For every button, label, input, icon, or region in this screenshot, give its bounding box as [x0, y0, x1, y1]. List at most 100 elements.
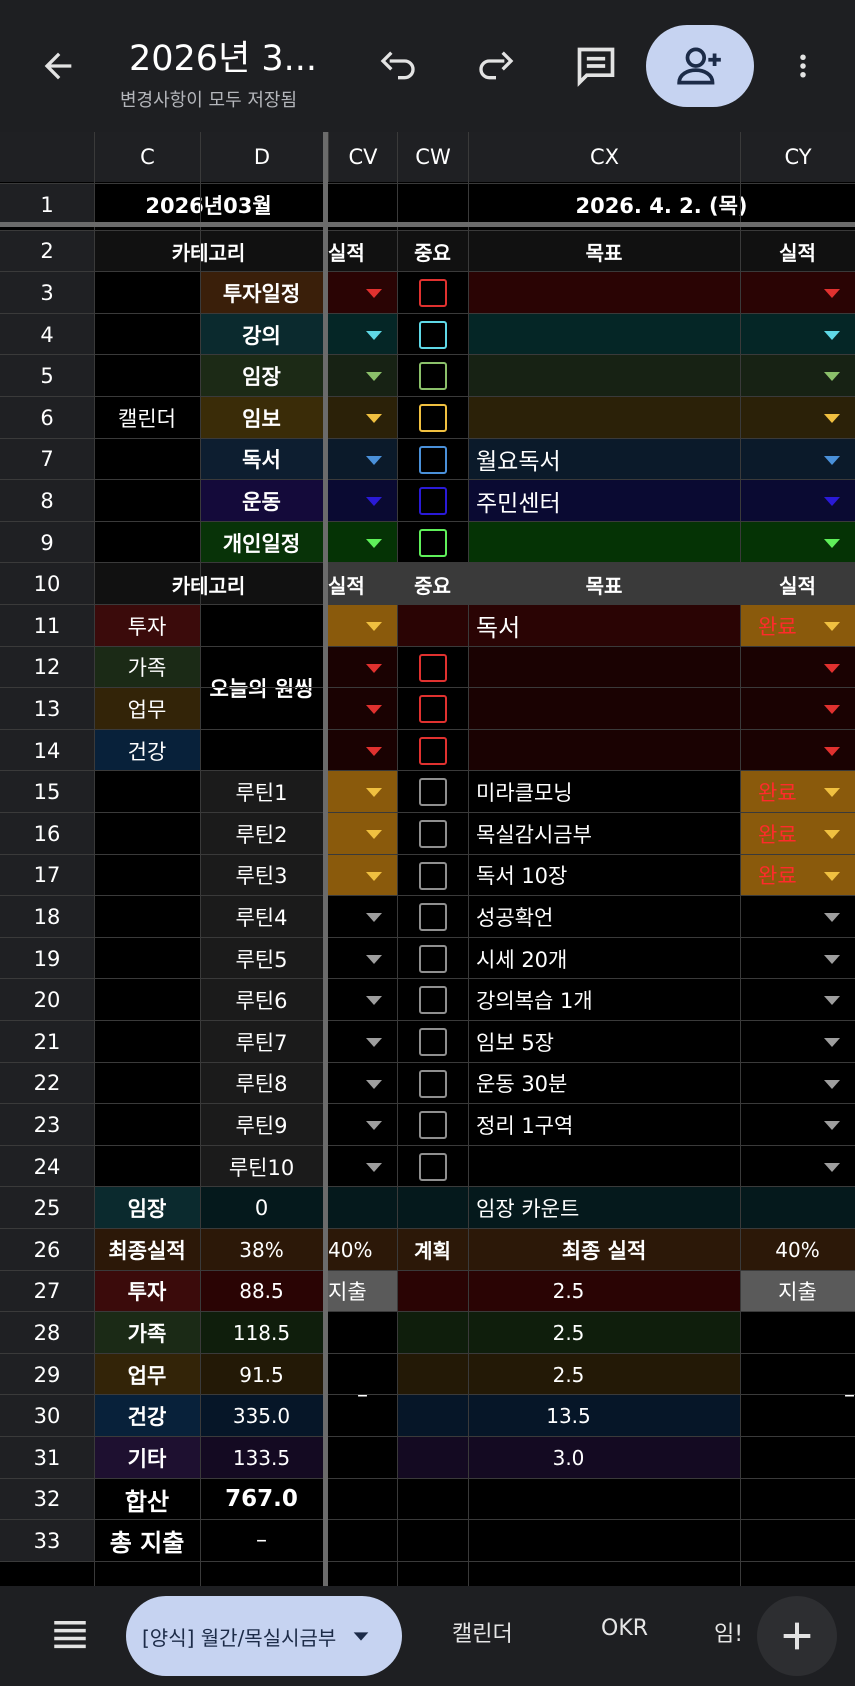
result-cell[interactable]: [328, 937, 397, 980]
more-button[interactable]: [778, 36, 828, 96]
column-header-cy[interactable]: CY: [740, 132, 855, 182]
final-result-value[interactable]: 40%: [740, 1229, 855, 1271]
routine-label[interactable]: 루틴8: [200, 1062, 323, 1105]
empty-cell[interactable]: [94, 1104, 200, 1146]
routine-goal-cell[interactable]: [468, 1145, 740, 1188]
dropdown-arrow-icon[interactable]: [824, 788, 840, 798]
expense-label[interactable]: 지출: [328, 1270, 397, 1313]
calendar-item[interactable]: 독서: [200, 438, 323, 481]
empty-cell[interactable]: [94, 979, 200, 1021]
summary-plan-value[interactable]: 13.5: [397, 1395, 740, 1437]
dropdown-arrow-icon[interactable]: [824, 538, 840, 548]
row-header[interactable]: 19: [0, 937, 94, 980]
calendar-goal-cell[interactable]: [468, 355, 740, 397]
frozen-column-divider[interactable]: [323, 132, 328, 1586]
sheet-tab-okr[interactable]: OKR: [601, 1616, 648, 1641]
important-checkbox[interactable]: [419, 820, 447, 848]
summary-plan-value[interactable]: 2.5: [397, 1312, 740, 1354]
important-cell[interactable]: [397, 605, 468, 647]
important-checkbox[interactable]: [419, 279, 447, 308]
important-checkbox[interactable]: [419, 778, 447, 807]
row-header[interactable]: 10: [0, 563, 94, 605]
final-result-label[interactable]: 최종실적: [94, 1229, 200, 1271]
goal-header[interactable]: 목표: [468, 230, 740, 273]
sheet-tab-imjang[interactable]: 임!: [714, 1616, 743, 1648]
calendar-item[interactable]: 개인일정: [200, 521, 323, 564]
goal-header[interactable]: 목표: [468, 563, 740, 605]
dropdown-arrow-icon[interactable]: [366, 497, 382, 507]
frozen-row-divider[interactable]: [0, 222, 855, 227]
calendar-item[interactable]: 운동: [200, 480, 323, 522]
row-header[interactable]: 11: [0, 605, 94, 647]
dropdown-arrow-icon[interactable]: [824, 1079, 840, 1089]
undo-button[interactable]: [368, 36, 428, 96]
routine-goal-cell[interactable]: 독서 10장: [468, 854, 740, 897]
dropdown-arrow-icon[interactable]: [366, 1079, 382, 1089]
today-category[interactable]: 투자: [94, 605, 200, 647]
dropdown-arrow-icon[interactable]: [366, 954, 382, 964]
dropdown-arrow-icon[interactable]: [366, 830, 382, 839]
empty-cell[interactable]: [94, 1062, 200, 1105]
dropdown-arrow-icon[interactable]: [824, 414, 840, 423]
result-header[interactable]: 실적: [328, 230, 397, 273]
document-title[interactable]: 2026년 3...: [129, 30, 317, 81]
dropdown-arrow-icon[interactable]: [824, 1162, 840, 1172]
imjang-value[interactable]: 0: [200, 1187, 323, 1229]
result-cell[interactable]: [328, 1062, 397, 1105]
routine-goal-cell[interactable]: 목실감시금부: [468, 813, 740, 855]
summary-label[interactable]: 가족: [94, 1312, 200, 1354]
empty-cell[interactable]: [397, 1187, 468, 1229]
routine-label[interactable]: 루틴4: [200, 896, 323, 938]
important-checkbox[interactable]: [419, 528, 447, 557]
summary-value[interactable]: 335.0: [200, 1395, 323, 1437]
today-one-thing-label[interactable]: 오늘의 원씽: [200, 605, 323, 772]
dropdown-arrow-icon[interactable]: [366, 913, 382, 923]
row-header[interactable]: 26: [0, 1229, 94, 1271]
calendar-result-cell[interactable]: [328, 397, 397, 439]
calendar-item[interactable]: 임보: [200, 397, 323, 439]
important-checkbox[interactable]: [419, 1111, 447, 1140]
row-header[interactable]: 6: [0, 397, 94, 439]
today-category[interactable]: 가족: [94, 646, 200, 689]
summary-value[interactable]: 91.5: [200, 1353, 323, 1396]
dropdown-arrow-icon[interactable]: [824, 455, 840, 465]
dropdown-arrow-icon[interactable]: [366, 372, 382, 382]
important-checkbox[interactable]: [419, 404, 447, 432]
column-header-cx[interactable]: CX: [468, 132, 740, 182]
dropdown-arrow-icon[interactable]: [824, 746, 840, 756]
dropdown-arrow-icon[interactable]: [824, 289, 840, 299]
result-cell[interactable]: [328, 646, 397, 689]
important-checkbox[interactable]: [419, 653, 447, 682]
row-header[interactable]: 25: [0, 1187, 94, 1229]
row-header[interactable]: 16: [0, 813, 94, 855]
final-result-label[interactable]: 최종 실적: [468, 1229, 740, 1271]
category-header[interactable]: 카테고리: [94, 563, 323, 605]
share-button[interactable]: [646, 25, 754, 107]
routine-label[interactable]: 루틴1: [200, 771, 323, 813]
select-all-corner[interactable]: [0, 132, 94, 182]
dropdown-arrow-icon[interactable]: [824, 954, 840, 964]
back-button[interactable]: [28, 36, 88, 96]
sheets-menu-button[interactable]: [40, 1600, 100, 1670]
summary-value[interactable]: 118.5: [200, 1312, 323, 1354]
date-cell[interactable]: 2026. 4. 2. (목): [468, 184, 855, 226]
row-header[interactable]: 17: [0, 854, 94, 897]
dropdown-arrow-icon[interactable]: [824, 996, 840, 1006]
calendar-label[interactable]: 캘린더: [94, 272, 200, 564]
result-cell[interactable]: [328, 688, 397, 730]
row-header[interactable]: 14: [0, 729, 94, 772]
important-checkbox[interactable]: [419, 445, 447, 474]
comment-button[interactable]: [566, 36, 626, 96]
important-checkbox[interactable]: [419, 944, 447, 973]
routine-goal-cell[interactable]: 성공확언: [468, 896, 740, 938]
final-result-value[interactable]: 40%: [328, 1229, 397, 1271]
goal-cell[interactable]: 독서: [468, 605, 740, 647]
empty-cell[interactable]: [94, 771, 200, 813]
result-cell[interactable]: [328, 1104, 397, 1146]
important-checkbox[interactable]: [419, 487, 447, 516]
summary-value[interactable]: 88.5: [200, 1270, 323, 1313]
dropdown-arrow-icon[interactable]: [366, 1038, 382, 1047]
row-header[interactable]: 13: [0, 688, 94, 730]
result-cell[interactable]: [328, 605, 397, 647]
total-value[interactable]: 767.0: [200, 1478, 323, 1521]
